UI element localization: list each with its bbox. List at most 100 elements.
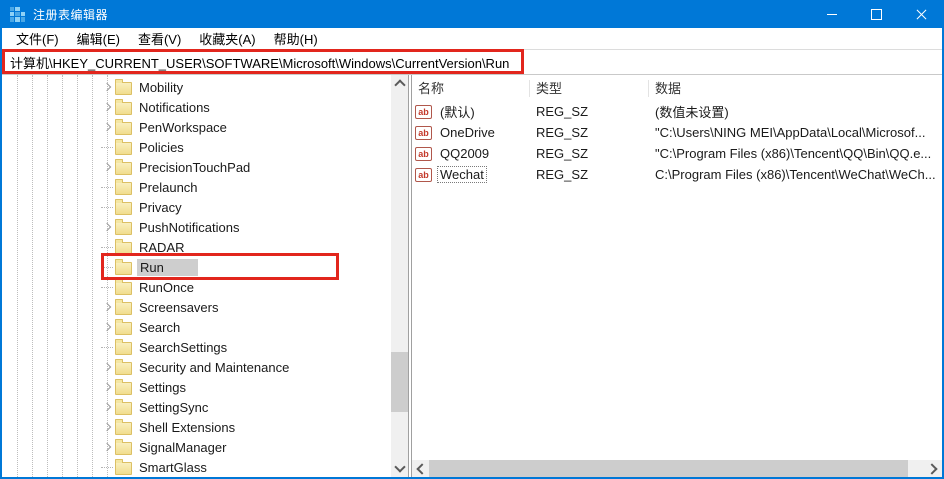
tree-item-pushnotifications[interactable]: PushNotifications xyxy=(2,217,391,237)
value-rows: ab(默认)REG_SZ(数值未设置)abOneDriveREG_SZ"C:\U… xyxy=(412,101,942,185)
scroll-up-button[interactable] xyxy=(391,75,408,92)
tree-item-label: Screensavers xyxy=(139,300,218,315)
value-type: REG_SZ xyxy=(530,104,649,119)
menu-file[interactable]: 文件(F) xyxy=(10,29,65,48)
minimize-button[interactable] xyxy=(809,0,854,28)
scroll-right-button[interactable] xyxy=(925,460,942,477)
tree-item-prelaunch[interactable]: Prelaunch xyxy=(2,177,391,197)
registry-editor-window: 注册表编辑器 文件(F) 编辑(E) 查看(V) 收藏夹(A) 帮助(H) 计算… xyxy=(0,0,944,479)
value-data: "C:\Users\NING MEI\AppData\Local\Microso… xyxy=(649,125,942,140)
tree-item-security-and-maintenance[interactable]: Security and Maintenance xyxy=(2,357,391,377)
tree-item-search[interactable]: Search xyxy=(2,317,391,337)
tree-item-label: PenWorkspace xyxy=(139,120,227,135)
tree-item-label: SignalManager xyxy=(139,440,226,455)
tree-connector-line xyxy=(101,267,113,268)
tree-item-precisiontouchpad[interactable]: PrecisionTouchPad xyxy=(2,157,391,177)
column-header-type[interactable]: 类型 xyxy=(530,80,649,97)
tree-item-label: Policies xyxy=(139,140,184,155)
chevron-right-icon[interactable] xyxy=(101,100,115,114)
column-header-data[interactable]: 数据 xyxy=(649,80,942,97)
string-value-icon: ab xyxy=(415,147,432,161)
chevron-right-icon[interactable] xyxy=(101,380,115,394)
string-value-icon: ab xyxy=(415,168,432,182)
tree-item-settings[interactable]: Settings xyxy=(2,377,391,397)
scrollbar-thumb[interactable] xyxy=(391,352,408,412)
list-header: 名称 类型 数据 xyxy=(412,77,942,99)
window-title: 注册表编辑器 xyxy=(33,6,108,23)
tree-item-shell-extensions[interactable]: Shell Extensions xyxy=(2,417,391,437)
tree-connector-line xyxy=(101,347,113,348)
tree-item-runonce[interactable]: RunOnce xyxy=(2,277,391,297)
chevron-right-icon[interactable] xyxy=(101,440,115,454)
registry-value-row-qq2009[interactable]: abQQ2009REG_SZ"C:\Program Files (x86)\Te… xyxy=(412,143,942,164)
chevron-right-icon[interactable] xyxy=(101,220,115,234)
value-type: REG_SZ xyxy=(530,125,649,140)
chevron-right-icon[interactable] xyxy=(101,120,115,134)
tree-item-notifications[interactable]: Notifications xyxy=(2,97,391,117)
tree-item-label: Mobility xyxy=(139,80,183,95)
scroll-left-button[interactable] xyxy=(412,460,429,477)
registry-value-row-onedrive[interactable]: abOneDriveREG_SZ"C:\Users\NING MEI\AppDa… xyxy=(412,122,942,143)
tree-item-smartglass[interactable]: SmartGlass xyxy=(2,457,391,477)
tree-item-mobility[interactable]: Mobility xyxy=(2,77,391,97)
list-horizontal-scrollbar[interactable] xyxy=(412,460,942,477)
scrollbar-thumb[interactable] xyxy=(429,460,908,477)
tree-vertical-scrollbar[interactable] xyxy=(391,75,408,477)
menu-bar: 文件(F) 编辑(E) 查看(V) 收藏夹(A) 帮助(H) xyxy=(2,28,942,50)
value-name-cell: abWechat xyxy=(412,166,530,183)
main-area: Mobility Notifications PenWorkspace Policie… xyxy=(2,75,942,477)
chevron-right-icon[interactable] xyxy=(101,160,115,174)
value-data: (数值未设置) xyxy=(649,102,942,121)
tree-item-label: Search xyxy=(139,320,180,335)
tree-item-label: RADAR xyxy=(139,240,185,255)
tree-item-run[interactable]: Run xyxy=(2,257,391,277)
maximize-button[interactable] xyxy=(854,0,899,28)
chevron-right-icon[interactable] xyxy=(101,360,115,374)
chevron-right-icon[interactable] xyxy=(101,300,115,314)
tree-item-policies[interactable]: Policies xyxy=(2,137,391,157)
value-type: REG_SZ xyxy=(530,167,649,182)
menu-view[interactable]: 查看(V) xyxy=(132,29,187,48)
tree-item-screensavers[interactable]: Screensavers xyxy=(2,297,391,317)
tree-item-penworkspace[interactable]: PenWorkspace xyxy=(2,117,391,137)
minimize-icon xyxy=(827,14,837,15)
folder-icon xyxy=(115,442,132,455)
folder-icon xyxy=(115,242,132,255)
registry-value-row-wechat[interactable]: abWechatREG_SZC:\Program Files (x86)\Ten… xyxy=(412,164,942,185)
tree-item-label: SearchSettings xyxy=(139,340,227,355)
chevron-right-icon[interactable] xyxy=(101,420,115,434)
folder-icon xyxy=(115,202,132,215)
value-name-cell: abQQ2009 xyxy=(412,145,530,162)
tree-connector-line xyxy=(101,287,113,288)
registry-tree-pane: Mobility Notifications PenWorkspace Policie… xyxy=(2,75,409,477)
menu-edit[interactable]: 编辑(E) xyxy=(71,29,126,48)
title-bar[interactable]: 注册表编辑器 xyxy=(0,0,944,28)
menu-help[interactable]: 帮助(H) xyxy=(268,29,324,48)
tree-item-signalmanager[interactable]: SignalManager xyxy=(2,437,391,457)
chevron-right-icon[interactable] xyxy=(101,320,115,334)
value-data: "C:\Program Files (x86)\Tencent\QQ\Bin\Q… xyxy=(649,146,942,161)
close-button[interactable] xyxy=(899,0,944,28)
chevron-right-icon[interactable] xyxy=(101,80,115,94)
folder-icon xyxy=(115,262,132,275)
address-bar[interactable]: 计算机\HKEY_CURRENT_USER\SOFTWARE\Microsoft… xyxy=(2,50,942,75)
value-name: (默认) xyxy=(437,101,478,122)
string-value-icon: ab xyxy=(415,126,432,140)
folder-icon xyxy=(115,82,132,95)
registry-value-row--[interactable]: ab(默认)REG_SZ(数值未设置) xyxy=(412,101,942,122)
tree-item-privacy[interactable]: Privacy xyxy=(2,197,391,217)
chevron-right-icon[interactable] xyxy=(101,400,115,414)
tree-item-radar[interactable]: RADAR xyxy=(2,237,391,257)
tree-item-label: Security and Maintenance xyxy=(139,360,289,375)
folder-icon xyxy=(115,282,132,295)
tree-item-label: PrecisionTouchPad xyxy=(139,160,250,175)
menu-favorites[interactable]: 收藏夹(A) xyxy=(193,29,261,48)
scroll-down-button[interactable] xyxy=(391,460,408,477)
tree-item-settingsync[interactable]: SettingSync xyxy=(2,397,391,417)
folder-icon xyxy=(115,402,132,415)
column-header-name[interactable]: 名称 xyxy=(412,80,530,97)
chevron-down-icon xyxy=(394,461,405,472)
tree-connector-line xyxy=(101,187,113,188)
tree-item-searchsettings[interactable]: SearchSettings xyxy=(2,337,391,357)
folder-icon xyxy=(115,122,132,135)
